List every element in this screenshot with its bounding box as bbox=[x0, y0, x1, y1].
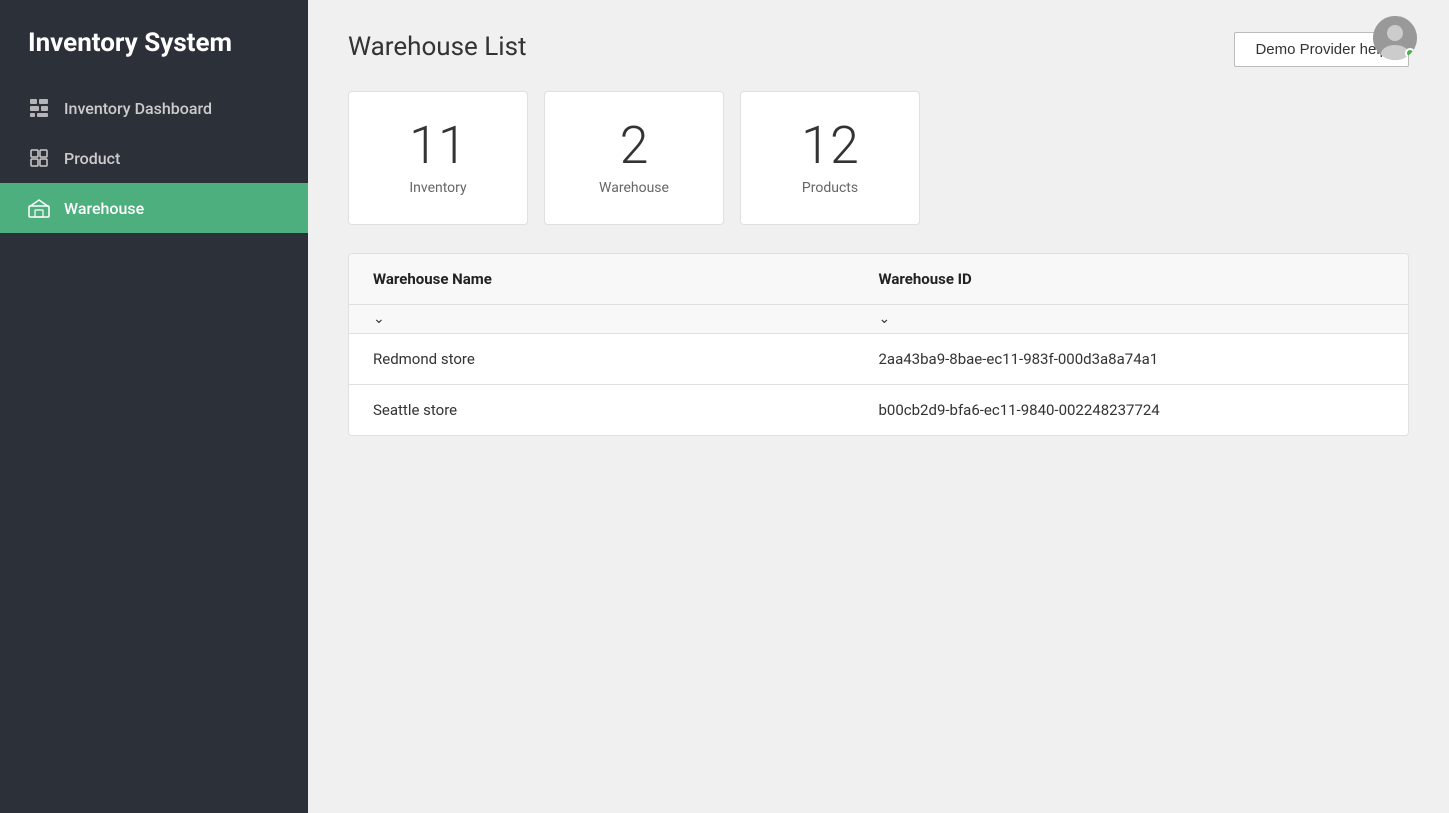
sidebar-item-label: Product bbox=[64, 149, 120, 168]
table-row[interactable]: Redmond store 2aa43ba9-8bae-ec11-983f-00… bbox=[349, 333, 1408, 384]
table-row[interactable]: Seattle store b00cb2d9-bfa6-ec11-9840-00… bbox=[349, 384, 1408, 435]
warehouse-id-cell: 2aa43ba9-8bae-ec11-983f-000d3a8a74a1 bbox=[879, 350, 1385, 368]
sidebar: Inventory System Inventory Dashboard bbox=[0, 0, 308, 813]
stat-card-inventory: 11 Inventory bbox=[348, 91, 528, 225]
table-header: Warehouse Name Warehouse ID bbox=[349, 254, 1408, 305]
sidebar-item-product[interactable]: Product bbox=[0, 133, 308, 183]
chevron-down-icon[interactable]: ⌄ bbox=[373, 311, 385, 327]
page-header: Warehouse List Demo Provider help bbox=[348, 32, 1409, 67]
warehouse-icon bbox=[28, 197, 50, 219]
inventory-count: 11 bbox=[409, 120, 467, 172]
stat-card-products: 12 Products bbox=[740, 91, 920, 225]
products-count: 12 bbox=[801, 120, 859, 172]
sidebar-item-inventory-dashboard[interactable]: Inventory Dashboard bbox=[0, 83, 308, 133]
warehouse-name-cell: Seattle store bbox=[373, 401, 879, 419]
chevron-down-icon[interactable]: ⌄ bbox=[879, 311, 891, 327]
user-avatar[interactable] bbox=[1373, 16, 1417, 60]
sort-name[interactable]: ⌄ bbox=[373, 311, 879, 327]
col-header-id: Warehouse ID bbox=[879, 270, 1385, 288]
sidebar-nav: Inventory Dashboard Product bbox=[0, 83, 308, 233]
dashboard-icon bbox=[28, 97, 50, 119]
warehouse-count: 2 bbox=[620, 120, 649, 172]
inventory-label: Inventory bbox=[409, 180, 466, 196]
sidebar-item-warehouse[interactable]: Warehouse bbox=[0, 183, 308, 233]
product-icon bbox=[28, 147, 50, 169]
sort-id[interactable]: ⌄ bbox=[879, 311, 1385, 327]
warehouse-table: Warehouse Name Warehouse ID ⌄ ⌄ Redmond … bbox=[348, 253, 1409, 436]
col-header-name: Warehouse Name bbox=[373, 270, 879, 288]
page-title: Warehouse List bbox=[348, 32, 527, 62]
warehouse-id-cell: b00cb2d9-bfa6-ec11-9840-002248237724 bbox=[879, 401, 1385, 419]
sidebar-item-label: Warehouse bbox=[64, 199, 144, 218]
online-status-dot bbox=[1405, 48, 1415, 58]
sidebar-item-label: Inventory Dashboard bbox=[64, 99, 212, 118]
products-label: Products bbox=[802, 180, 858, 196]
warehouse-name-cell: Redmond store bbox=[373, 350, 879, 368]
main-content: Warehouse List Demo Provider help 11 Inv… bbox=[308, 0, 1449, 813]
stat-cards: 11 Inventory 2 Warehouse 12 Products bbox=[348, 91, 1409, 225]
warehouse-label: Warehouse bbox=[599, 180, 669, 196]
table-sort-row: ⌄ ⌄ bbox=[349, 305, 1408, 333]
app-title: Inventory System bbox=[0, 0, 308, 83]
stat-card-warehouse: 2 Warehouse bbox=[544, 91, 724, 225]
